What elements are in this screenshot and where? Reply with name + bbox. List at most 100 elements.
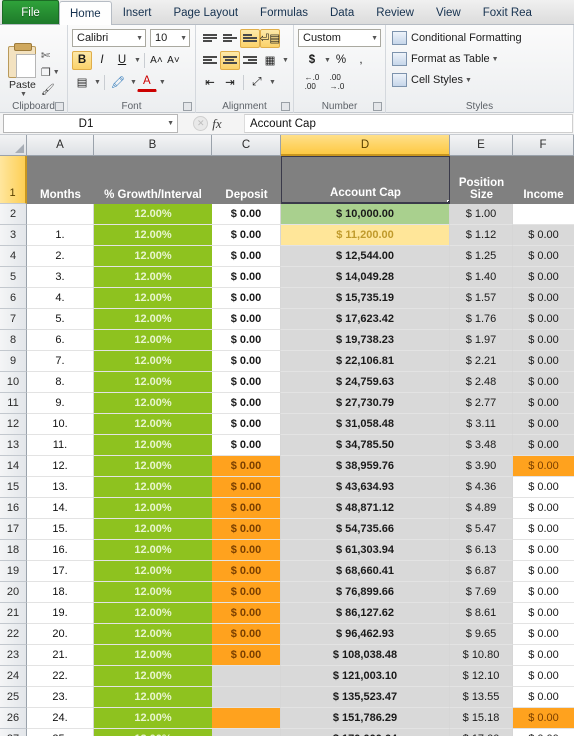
- cell-deposit[interactable]: $ 0.00: [212, 624, 281, 645]
- cell-position-size[interactable]: $ 12.10: [450, 666, 513, 687]
- cell-months[interactable]: 2.: [27, 246, 94, 267]
- cell-position-size[interactable]: $ 2.48: [450, 372, 513, 393]
- font-size-combo[interactable]: 10 ▼: [150, 29, 190, 47]
- copy-button[interactable]: ❐ ▼: [41, 64, 63, 81]
- cell-deposit[interactable]: $ 0.00: [212, 519, 281, 540]
- cell-account-cap[interactable]: $ 22,106.81: [281, 351, 450, 372]
- header-cell-position-size[interactable]: Position Size: [450, 156, 513, 204]
- bold-button[interactable]: B: [72, 50, 92, 70]
- chevron-down-icon[interactable]: ▼: [94, 79, 101, 86]
- cell-months[interactable]: 5.: [27, 309, 94, 330]
- cell-deposit[interactable]: $ 0.00: [212, 435, 281, 456]
- cell-months[interactable]: 24.: [27, 708, 94, 729]
- cell-position-size[interactable]: $ 5.47: [450, 519, 513, 540]
- cell-account-cap[interactable]: $ 54,735.66: [281, 519, 450, 540]
- cell-months[interactable]: 14.: [27, 498, 94, 519]
- table-row[interactable]: 17 15. 12.00% $ 0.00 $ 54,735.66 $ 5.47 $ 0.00: [0, 519, 574, 540]
- orientation-icon[interactable]: ⤢: [247, 73, 267, 92]
- chevron-down-icon[interactable]: ▼: [180, 35, 187, 42]
- chevron-down-icon[interactable]: ▼: [130, 79, 137, 86]
- tab-formulas[interactable]: Formulas: [249, 1, 319, 24]
- column-header-a[interactable]: A: [27, 135, 94, 156]
- format-painter-button[interactable]: 🖌: [41, 81, 63, 98]
- cell-income[interactable]: $ 0.00: [513, 645, 574, 666]
- row-header-1[interactable]: 1: [0, 156, 27, 204]
- cell-months[interactable]: 17.: [27, 561, 94, 582]
- cell-income[interactable]: $ 0.00: [513, 729, 574, 736]
- row-header-27[interactable]: 27: [0, 729, 27, 736]
- tab-home[interactable]: Home: [59, 1, 112, 25]
- cell-account-cap[interactable]: $ 14,049.28: [281, 267, 450, 288]
- cell-position-size[interactable]: $ 2.21: [450, 351, 513, 372]
- chevron-down-icon[interactable]: ▼: [324, 57, 331, 64]
- cell-income[interactable]: $ 0.00: [513, 519, 574, 540]
- chevron-down-icon[interactable]: ▼: [6, 91, 41, 98]
- cell-styles-button[interactable]: Cell Styles ▼: [392, 70, 569, 90]
- cell-growth[interactable]: 12.00%: [94, 729, 212, 736]
- cell-months[interactable]: 7.: [27, 351, 94, 372]
- column-header-e[interactable]: E: [450, 135, 513, 156]
- row-header-23[interactable]: 23: [0, 645, 27, 666]
- row-header-4[interactable]: 4: [0, 246, 27, 267]
- row-header-18[interactable]: 18: [0, 540, 27, 561]
- align-bottom-icon[interactable]: [240, 28, 260, 48]
- column-header-f[interactable]: F: [513, 135, 574, 156]
- cell-growth[interactable]: 12.00%: [94, 519, 212, 540]
- row-header-10[interactable]: 10: [0, 372, 27, 393]
- table-row[interactable]: 26 24. 12.00% $ 151,786.29 $ 15.18 $ 0.00: [0, 708, 574, 729]
- chevron-down-icon[interactable]: ▼: [159, 79, 166, 86]
- row-header-19[interactable]: 19: [0, 561, 27, 582]
- tab-review[interactable]: Review: [365, 1, 425, 24]
- italic-button[interactable]: I: [92, 51, 112, 70]
- cell-growth[interactable]: 12.00%: [94, 393, 212, 414]
- cell-account-cap[interactable]: $ 135,523.47: [281, 687, 450, 708]
- cell-months[interactable]: 10.: [27, 414, 94, 435]
- cell-position-size[interactable]: $ 4.89: [450, 498, 513, 519]
- cell-months[interactable]: 18.: [27, 582, 94, 603]
- cell-income[interactable]: $ 0.00: [513, 603, 574, 624]
- comma-style-button[interactable]: ,: [351, 51, 371, 70]
- decrease-indent-icon[interactable]: ⇤: [200, 73, 220, 92]
- cell-income[interactable]: $ 0.00: [513, 351, 574, 372]
- row-header-22[interactable]: 22: [0, 624, 27, 645]
- align-right-icon[interactable]: [240, 51, 260, 70]
- cell-income[interactable]: $ 0.00: [513, 540, 574, 561]
- table-row[interactable]: 12 10. 12.00% $ 0.00 $ 31,058.48 $ 3.11 $ 0.00: [0, 414, 574, 435]
- table-row[interactable]: 25 23. 12.00% $ 135,523.47 $ 13.55 $ 0.00: [0, 687, 574, 708]
- table-row[interactable]: 20 18. 12.00% $ 0.00 $ 76,899.66 $ 7.69 $ 0.00: [0, 582, 574, 603]
- table-row[interactable]: 23 21. 12.00% $ 0.00 $ 108,038.48 $ 10.80 $ 0.…: [0, 645, 574, 666]
- cell-months[interactable]: 3.: [27, 267, 94, 288]
- column-header-b[interactable]: B: [94, 135, 212, 156]
- cell-deposit[interactable]: $ 0.00: [212, 414, 281, 435]
- header-cell-account-cap[interactable]: Account Cap: [281, 156, 450, 204]
- table-row[interactable]: 19 17. 12.00% $ 0.00 $ 68,660.41 $ 6.87 $ 0.00: [0, 561, 574, 582]
- chevron-down-icon[interactable]: ▼: [136, 35, 143, 42]
- cell-position-size[interactable]: $ 6.13: [450, 540, 513, 561]
- cell-income[interactable]: $ 0.00: [513, 456, 574, 477]
- chevron-down-icon[interactable]: ▼: [371, 35, 378, 42]
- cell-deposit[interactable]: $ 0.00: [212, 456, 281, 477]
- cell-growth[interactable]: 12.00%: [94, 498, 212, 519]
- cell-growth[interactable]: 12.00%: [94, 708, 212, 729]
- cell-income[interactable]: $ 0.00: [513, 267, 574, 288]
- currency-button[interactable]: $: [302, 51, 322, 70]
- cell-income[interactable]: $ 0.00: [513, 309, 574, 330]
- cell-months[interactable]: 13.: [27, 477, 94, 498]
- cell-account-cap[interactable]: $ 121,003.10: [281, 666, 450, 687]
- table-row[interactable]: 7 5. 12.00% $ 0.00 $ 17,623.42 $ 1.76 $ 0.00: [0, 309, 574, 330]
- row-header-3[interactable]: 3: [0, 225, 27, 246]
- cell-account-cap[interactable]: $ 61,303.94: [281, 540, 450, 561]
- table-row[interactable]: 3 1. 12.00% $ 0.00 $ 11,200.00 $ 1.12 $ 0.00: [0, 225, 574, 246]
- merge-cells-icon[interactable]: ▦: [260, 51, 280, 70]
- cell-growth[interactable]: 12.00%: [94, 561, 212, 582]
- cell-account-cap[interactable]: $ 31,058.48: [281, 414, 450, 435]
- cell-growth[interactable]: 12.00%: [94, 582, 212, 603]
- row-header-2[interactable]: 2: [0, 204, 27, 225]
- align-center-icon[interactable]: [220, 50, 240, 70]
- cell-growth[interactable]: 12.00%: [94, 624, 212, 645]
- paste-button[interactable]: Paste ▼: [4, 42, 41, 98]
- cell-income[interactable]: $ 0.00: [513, 372, 574, 393]
- cell-account-cap[interactable]: $ 27,730.79: [281, 393, 450, 414]
- cell-account-cap[interactable]: $ 151,786.29: [281, 708, 450, 729]
- table-row[interactable]: 10 8. 12.00% $ 0.00 $ 24,759.63 $ 2.48 $ 0.00: [0, 372, 574, 393]
